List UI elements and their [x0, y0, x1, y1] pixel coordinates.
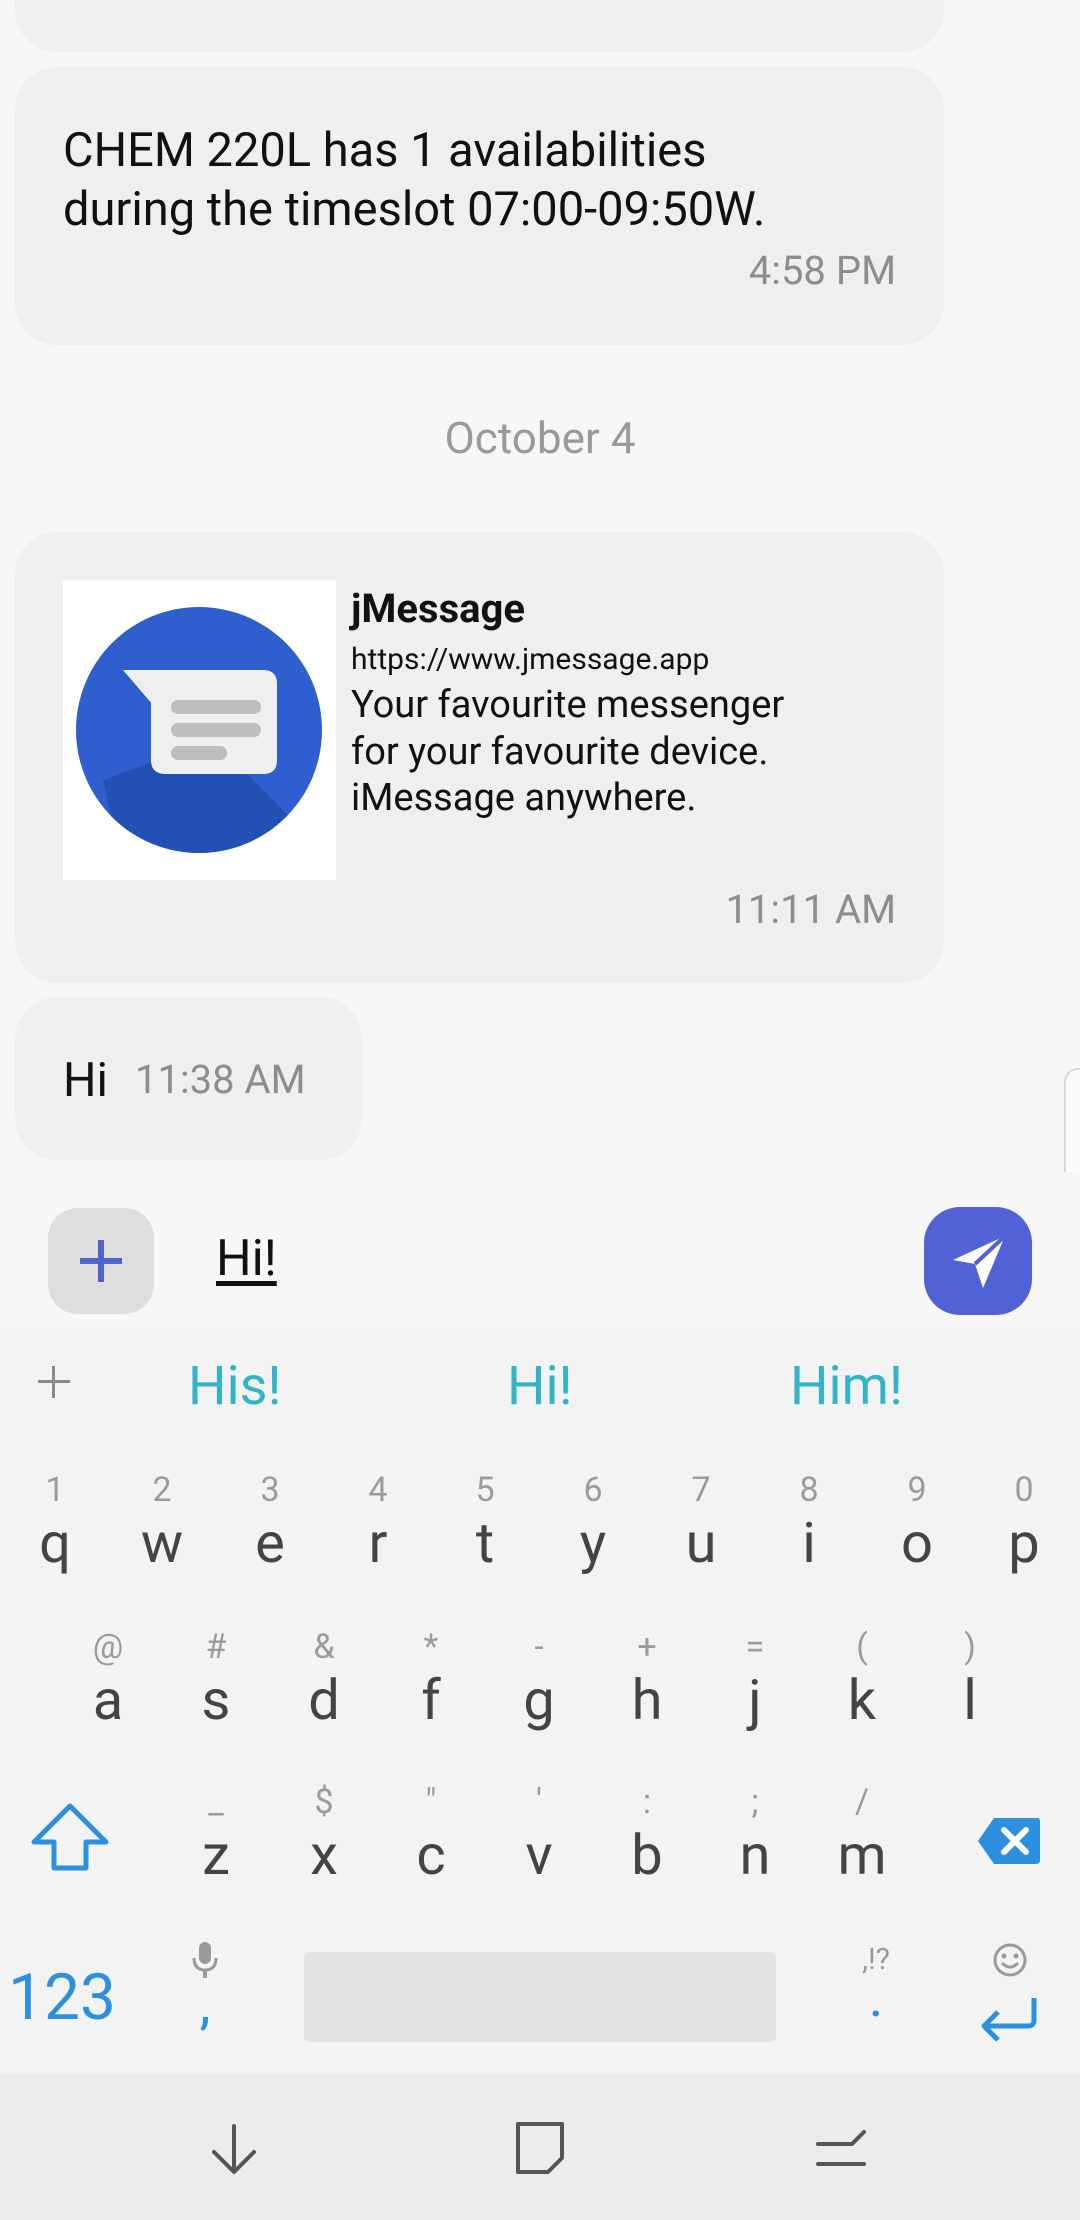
key-n[interactable]: ; n	[705, 1780, 805, 1886]
link-timestamp: 11:11 AM	[725, 886, 896, 933]
key-s[interactable]: # s	[166, 1625, 266, 1731]
key-k[interactable]: (k	[812, 1625, 912, 1731]
emoji-icon	[993, 1943, 1027, 1977]
link-description-1: Your favourite messenger	[351, 683, 785, 727]
numbers-key[interactable]: 123	[8, 1960, 116, 2035]
suggestion-2[interactable]: Hi!	[507, 1355, 573, 1418]
message-timestamp: 4:58 PM	[748, 247, 896, 294]
composer-bar	[0, 1172, 1080, 1328]
enter-key[interactable]	[978, 1942, 1042, 2052]
key-z[interactable]: _ z	[166, 1780, 266, 1886]
key-w[interactable]: 2w	[112, 1468, 212, 1574]
key-t[interactable]: 5t	[435, 1468, 535, 1574]
message-text-line-1: CHEM 220L has 1 availabilities	[63, 123, 707, 178]
enter-icon	[981, 1998, 1037, 2042]
plus-icon	[38, 1366, 70, 1398]
period-label: .	[868, 1964, 884, 2030]
link-description-2: for your favourite device.	[351, 730, 769, 774]
message-input[interactable]: Hi!	[216, 1230, 277, 1288]
key-l[interactable]: ) l	[920, 1625, 1020, 1731]
recents-icon	[816, 2130, 866, 2166]
key-r[interactable]: 4r	[328, 1468, 428, 1574]
square-icon	[516, 2122, 564, 2174]
suggestion-expand-button[interactable]	[34, 1362, 74, 1402]
previous-message-bubble[interactable]	[15, 0, 944, 52]
key-a[interactable]: @ a	[58, 1625, 158, 1731]
suggestion-1[interactable]: His!	[188, 1355, 281, 1418]
key-m[interactable]: / m	[812, 1780, 912, 1886]
shift-icon	[31, 1803, 109, 1871]
recents-button[interactable]	[812, 2118, 872, 2178]
key-p[interactable]: 0p	[974, 1468, 1074, 1574]
backspace-icon	[978, 1818, 1040, 1864]
key-o[interactable]: 9o	[867, 1468, 967, 1574]
message-timestamp: 11:38 AM	[135, 1056, 306, 1103]
link-title: jMessage	[351, 585, 525, 632]
key-x[interactable]: $ x	[274, 1780, 374, 1886]
key-y[interactable]: 6y	[543, 1468, 643, 1574]
key-q[interactable]: 1q	[5, 1468, 105, 1574]
key-f[interactable]: * f	[381, 1625, 481, 1731]
link-url[interactable]: https://www.jmessage.app	[351, 642, 709, 677]
key-b[interactable]: :b	[597, 1780, 697, 1886]
voice-comma-key[interactable]: ,	[180, 1940, 230, 2050]
hide-keyboard-button[interactable]	[204, 2120, 264, 2180]
send-button[interactable]	[924, 1207, 1032, 1315]
key-i[interactable]: 8i	[759, 1468, 859, 1574]
link-description-3: iMessage anywhere.	[351, 776, 697, 820]
key-v[interactable]: ' v	[489, 1780, 589, 1886]
send-icon	[953, 1234, 1007, 1288]
arrow-down-icon	[212, 2124, 256, 2174]
backspace-key[interactable]	[976, 1816, 1042, 1866]
suggestion-3[interactable]: Him!	[790, 1355, 903, 1418]
home-button[interactable]	[510, 2118, 570, 2178]
date-divider: October 4	[444, 412, 636, 464]
key-c[interactable]: " c	[381, 1780, 481, 1886]
key-g[interactable]: -g	[489, 1625, 589, 1731]
key-h[interactable]: + h	[597, 1625, 697, 1731]
attach-button[interactable]	[48, 1208, 154, 1314]
key-u[interactable]: 7u	[651, 1468, 751, 1574]
link-preview-image[interactable]	[63, 580, 336, 880]
key-d[interactable]: & d	[274, 1625, 374, 1731]
messages-app-icon	[76, 607, 322, 853]
period-key[interactable]: ,!? .	[840, 1942, 912, 2052]
space-key[interactable]	[304, 1952, 776, 2042]
comma-label: ,	[199, 1971, 211, 2037]
key-e[interactable]: 3e	[220, 1468, 320, 1574]
shift-key[interactable]	[28, 1800, 112, 1874]
message-text-line-2: during the timeslot 07:00-09:50W.	[63, 182, 766, 237]
plus-icon	[80, 1240, 122, 1282]
key-j[interactable]: = j	[705, 1625, 805, 1731]
message-text: Hi	[63, 1053, 108, 1108]
